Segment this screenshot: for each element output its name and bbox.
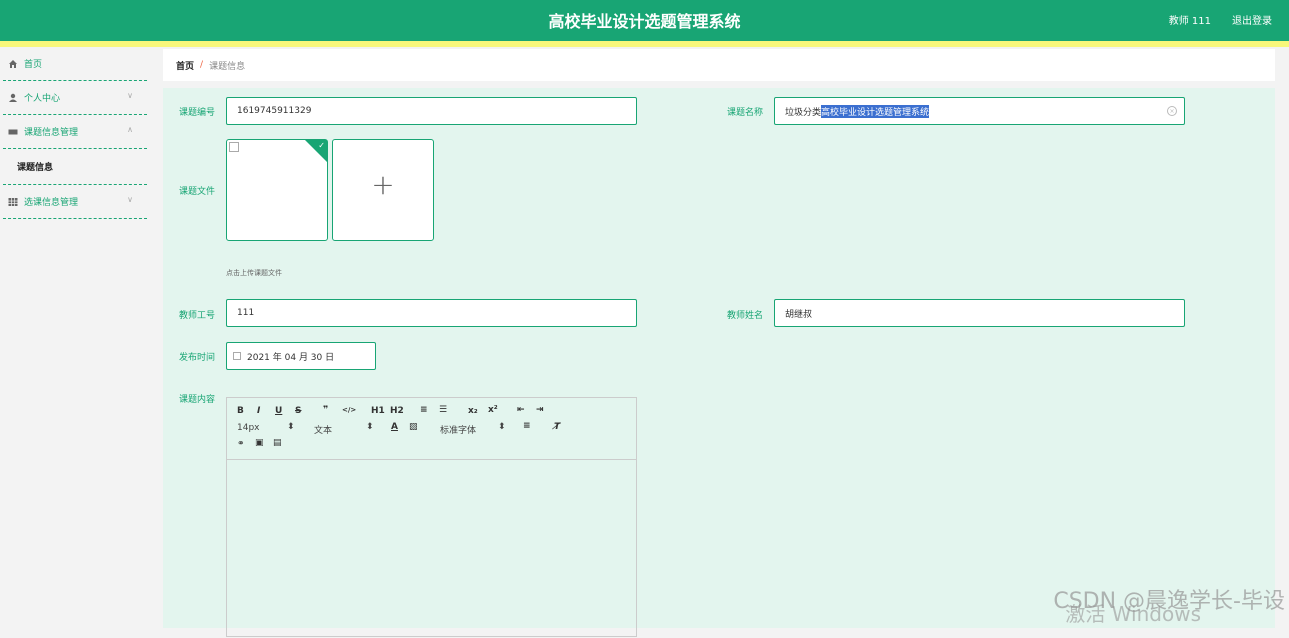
image-icon[interactable]: ▣ [255,438,264,448]
code-block-button[interactable]: </> [342,406,356,414]
form-panel: 课题编号 1619745911329 课题名称 垃圾分类高校毕业设计选题管理系统… [163,88,1275,628]
upload-button[interactable]: + [332,139,434,241]
indent-button[interactable]: ⇥ [536,405,544,415]
breadcrumb-separator: / [200,60,203,70]
align-icon[interactable]: ≡ [523,421,531,431]
topic-name-label: 课题名称 [727,105,763,118]
accent-bar [0,41,1289,47]
font-family-select[interactable]: 标准字体 [440,423,476,436]
content-label: 课题内容 [179,392,215,405]
chevron-down-icon: ∨ [127,91,133,100]
current-user: 教师 111 [1169,12,1211,27]
underline-button[interactable]: U [275,406,282,416]
background-color-icon[interactable]: ▨ [409,422,418,432]
breadcrumb-home[interactable]: 首页 [176,59,194,72]
sidebar-item-label: 课题信息管理 [24,125,78,138]
ordered-list-button[interactable]: ≡ [420,405,428,415]
heading1-button[interactable]: H1 [371,406,385,416]
uploaded-file-thumbnail[interactable]: ✓ [226,139,328,241]
italic-button[interactable]: I [257,406,260,416]
font-family-dropdown-icon[interactable]: ⬍ [498,422,506,432]
sidebar-item-course-selection[interactable]: 选课信息管理 ∨ [3,185,147,219]
breadcrumb-current: 课题信息 [209,59,245,72]
superscript-button[interactable]: x² [488,405,498,415]
top-bar: 高校毕业设计选题管理系统 教师 111 退出登录 [0,0,1289,41]
font-size-select[interactable]: 14px [237,423,260,433]
sidebar-subitem-topic-info[interactable]: 课题信息 [3,149,147,185]
link-icon[interactable]: ⚭ [237,439,245,449]
topic-name-selected-text: 高校毕业设计选题管理系统 [821,105,929,118]
bold-button[interactable]: B [237,406,244,416]
calendar-icon [233,352,241,360]
publish-date-picker[interactable]: 2021 年 04 月 30 日 [226,342,376,370]
plus-icon: + [333,168,433,201]
publish-date-value: 2021 年 04 月 30 日 [247,350,334,363]
teacher-no-label: 教师工号 [179,308,215,321]
text-color-icon[interactable]: A [391,422,398,432]
sidebar-item-topic-management[interactable]: 课题信息管理 ∧ [3,115,147,149]
subscript-button[interactable]: x₂ [468,406,478,416]
home-icon [7,58,18,69]
grid-icon [7,196,18,207]
upload-hint: 点击上传课题文件 [226,268,282,278]
editor-toolbar: B I U S ❞ </> H1 H2 ≡ ☰ x₂ x² ⇤ ⇥ 14px ⬍… [227,398,636,460]
video-icon[interactable]: ▤ [273,438,282,448]
logout-link[interactable]: 退出登录 [1232,12,1272,27]
check-icon: ✓ [318,141,325,150]
topic-file-label: 课题文件 [179,184,215,197]
sidebar-item-label: 选课信息管理 [24,195,78,208]
clear-format-icon[interactable]: T̸ [554,422,560,432]
ticket-icon [7,126,18,137]
clear-icon[interactable]: × [1167,106,1177,116]
sidebar-item-label: 个人中心 [24,91,60,104]
text-style-dropdown-icon[interactable]: ⬍ [366,422,374,432]
chevron-up-icon: ∧ [127,125,133,134]
teacher-no-field[interactable]: 111 [226,299,637,327]
user-icon [7,92,18,103]
heading2-button[interactable]: H2 [390,406,404,416]
sidebar-item-home[interactable]: 首页 [3,47,147,81]
strike-button[interactable]: S [295,406,301,416]
topic-name-field[interactable]: 垃圾分类高校毕业设计选题管理系统 × [774,97,1185,125]
broken-image-icon [229,142,239,152]
sidebar-item-profile[interactable]: 个人中心 ∨ [3,81,147,115]
editor-content-area[interactable] [227,460,636,638]
teacher-name-label: 教师姓名 [727,308,763,321]
topic-name-prefix: 垃圾分类 [785,105,821,118]
sidebar-item-label: 首页 [24,57,42,70]
rich-text-editor: B I U S ❞ </> H1 H2 ≡ ☰ x₂ x² ⇤ ⇥ 14px ⬍… [226,397,637,637]
publish-time-label: 发布时间 [179,350,215,363]
font-size-dropdown-icon[interactable]: ⬍ [287,422,295,432]
topic-no-label: 课题编号 [179,105,215,118]
csdn-watermark: CSDN @晨逸学长-毕设 [1053,583,1285,615]
chevron-down-icon: ∨ [127,195,133,204]
outdent-button[interactable]: ⇤ [517,405,525,415]
topic-no-field[interactable]: 1619745911329 [226,97,637,125]
text-style-select[interactable]: 文本 [314,423,332,436]
app-title: 高校毕业设计选题管理系统 [0,8,1289,32]
sidebar: 首页 个人中心 ∨ 课题信息管理 ∧ 课题信息 选课信息管理 ∨ [0,47,150,621]
blockquote-button[interactable]: ❞ [323,405,328,415]
teacher-name-field[interactable]: 胡继叔 [774,299,1185,327]
breadcrumb: 首页 / 课题信息 [163,49,1275,81]
bullet-list-button[interactable]: ☰ [439,405,447,415]
